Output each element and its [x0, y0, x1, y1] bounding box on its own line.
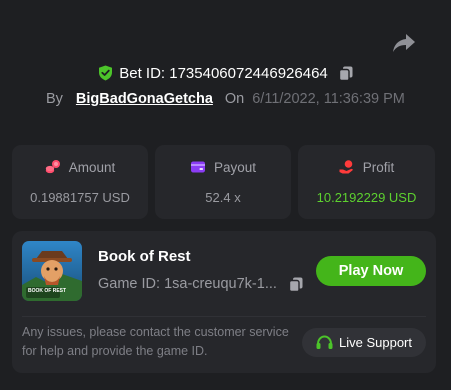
divider — [22, 316, 426, 317]
verified-shield-icon — [99, 65, 113, 81]
stat-amount: Amount 0.19881757 USD — [12, 145, 148, 219]
bet-id-row: Bet ID: 1735406072446926464 — [0, 62, 451, 84]
bet-id-value: 1735406072446926464 — [169, 64, 328, 82]
game-card: BOOK OF REST Book of Rest Game ID: 1sa-c… — [12, 231, 436, 373]
stat-value: 52.4 x — [205, 190, 241, 205]
stat-label: Amount — [68, 159, 116, 175]
live-support-button[interactable]: Live Support — [302, 328, 426, 357]
stat-profit: Profit 10.2192229 USD — [298, 145, 435, 219]
copy-game-id-icon[interactable] — [289, 277, 303, 292]
stat-value: 0.19881757 USD — [30, 190, 130, 205]
headset-icon — [316, 335, 333, 349]
by-label: By — [46, 91, 63, 107]
profit-hand-icon — [339, 160, 353, 174]
play-now-button[interactable]: Play Now — [316, 256, 426, 286]
thumbnail-text: BOOK OF REST — [28, 288, 66, 294]
bet-stats: Amount 0.19881757 USD Payout 52.4 x Prof… — [12, 145, 435, 219]
support-notice: Any issues, please contact the customer … — [22, 325, 289, 358]
share-icon[interactable] — [392, 33, 416, 53]
stat-payout: Payout 52.4 x — [155, 145, 291, 219]
live-support-label: Live Support — [339, 335, 412, 350]
stat-label: Profit — [362, 159, 395, 175]
coins-icon — [45, 160, 60, 174]
wallet-icon — [190, 161, 205, 173]
game-thumbnail[interactable]: BOOK OF REST — [22, 241, 82, 301]
bet-datetime: 6/11/2022, 11:36:39 PM — [252, 91, 405, 107]
bet-id-label: Bet ID: — [119, 64, 166, 82]
stat-value: 10.2192229 USD — [316, 190, 417, 205]
username-link[interactable]: BigBadGonaGetcha — [76, 91, 213, 107]
on-label: On — [224, 91, 245, 107]
copy-bet-id-icon[interactable] — [338, 66, 353, 81]
game-id: Game ID: 1sa-creuqu7k-1... — [98, 276, 277, 292]
game-title[interactable]: Book of Rest — [98, 248, 191, 265]
bet-author-row: By BigBadGonaGetcha On 6/11/2022, 11:36:… — [46, 89, 405, 109]
stat-label: Payout — [213, 159, 257, 175]
